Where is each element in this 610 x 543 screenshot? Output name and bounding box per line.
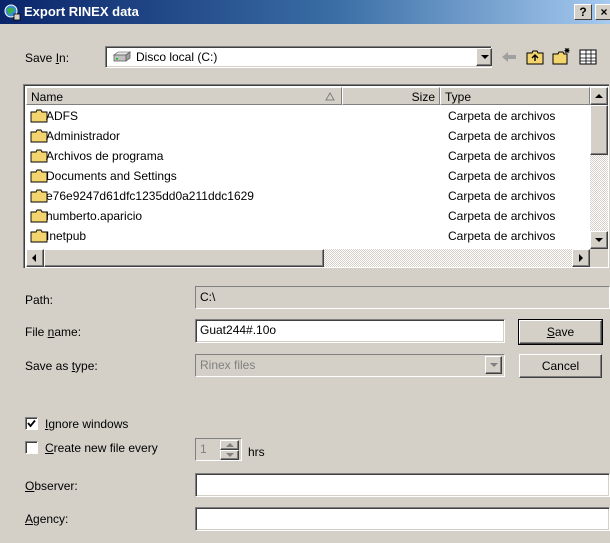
list-item-type: Carpeta de archivos [448,189,556,203]
vertical-scroll-thumb[interactable] [590,105,608,155]
list-item[interactable]: humberto.aparicio Carpeta de archivos [26,206,586,226]
observer-input[interactable] [195,473,610,497]
list-item-name: Administrador [46,129,121,143]
list-item[interactable]: Inetpub Carpeta de archivos [26,226,586,249]
sort-up-icon [325,92,335,101]
horizontal-scrollbar[interactable] [26,249,590,267]
chevron-down-icon [481,55,489,59]
file-name-label: File name: [25,325,82,339]
path-field: C:\ [195,286,610,309]
column-header-type[interactable]: Type [440,87,590,105]
save-in-dropdown[interactable]: Disco local (C:) [105,46,492,68]
column-header-name[interactable]: Name [26,87,342,105]
create-new-file-checkbox[interactable] [25,441,38,454]
column-header-size[interactable]: Size [342,87,440,105]
list-item[interactable]: ADFS Carpeta de archivos [26,106,586,126]
file-list[interactable]: Name Size Type ADFS Carpeta de archivos … [23,84,609,268]
list-item-type: Carpeta de archivos [448,209,556,223]
list-item[interactable]: e76e9247d61dfc1235dd0a211ddc1629 Carpeta… [26,186,586,206]
path-value: C:\ [200,290,216,304]
stepper-up-button[interactable] [220,440,239,450]
file-name-input[interactable]: Guat244#.10o [195,319,505,343]
arrow-left-icon [32,254,36,262]
ignore-windows-checkbox[interactable] [25,417,38,430]
save-as-type-value: Rinex files [200,358,256,372]
help-button[interactable]: ? [574,4,592,20]
hours-value: 1 [200,442,207,456]
save-in-label: Save In: [25,51,70,65]
agency-input[interactable] [195,507,610,531]
list-item-type: Carpeta de archivos [448,169,556,183]
list-item[interactable]: Archivos de programa Carpeta de archivos [26,146,586,166]
column-name-label: Name [31,90,64,104]
app-globe-icon [4,4,21,21]
hard-drive-icon [112,51,132,62]
path-label: Path: [25,293,54,307]
hours-stepper[interactable]: 1 [195,438,242,461]
list-item-name: Archivos de programa [46,149,164,163]
list-item[interactable]: Administrador Carpeta de archivos [26,126,586,146]
save-button[interactable]: Save [518,319,603,345]
title-bar[interactable]: Export RINEX data ? × [0,0,610,24]
checkmark-icon [27,419,36,428]
stepper-down-button[interactable] [220,450,239,460]
ignore-windows-label[interactable]: Ignore windows [45,417,128,431]
agency-label: Agency: [25,512,69,526]
list-item-type: Carpeta de archivos [448,229,556,243]
save-as-type-label: Save as type: [25,359,98,373]
arrow-right-icon [579,254,583,262]
list-view-icon[interactable] [578,47,598,67]
scroll-right-button[interactable] [572,249,590,267]
close-button[interactable]: × [595,4,610,20]
observer-label: Observer: [25,479,78,493]
up-folder-icon[interactable] [525,47,545,67]
column-type-label: Type [445,90,472,104]
hours-unit-label: hrs [248,445,265,459]
list-item-name: Inetpub [46,229,87,243]
list-item-name: humberto.aparicio [46,209,143,223]
save-as-type-dropdown-button[interactable] [485,356,502,374]
scroll-left-button[interactable] [26,249,44,267]
list-item-name: e76e9247d61dfc1235dd0a211ddc1629 [46,189,254,203]
file-name-value: Guat244#.10o [200,323,277,337]
chevron-down-icon [490,363,498,367]
scroll-down-button[interactable] [590,231,608,249]
column-size-label: Size [411,90,435,104]
back-arrow-icon[interactable] [499,47,519,67]
list-item-name: ADFS [46,109,79,123]
save-as-type-dropdown[interactable]: Rinex files [195,354,505,377]
arrow-up-icon [226,443,234,447]
cancel-button[interactable]: Cancel [519,354,602,378]
list-item-name: Documents and Settings [46,169,177,183]
create-new-file-label[interactable]: Create new file every [45,441,158,455]
list-item-type: Carpeta de archivos [448,129,556,143]
list-item-type: Carpeta de archivos [448,149,556,163]
arrow-up-icon [595,94,603,98]
new-folder-icon[interactable] [551,47,571,67]
horizontal-scroll-thumb[interactable] [44,249,324,267]
scrollbar-corner [590,249,608,267]
arrow-down-icon [595,238,603,242]
list-item[interactable]: Documents and Settings Carpeta de archiv… [26,166,586,186]
scroll-up-button[interactable] [590,87,608,105]
vertical-scrollbar[interactable] [590,87,608,249]
arrow-down-icon [226,453,234,457]
export-rinex-dialog: Export RINEX data ? × Save In: Disco loc… [0,0,610,543]
list-item-type: Carpeta de archivos [448,109,556,123]
save-in-dropdown-button[interactable] [476,48,492,66]
save-in-value: Disco local (C:) [136,50,218,64]
window-title: Export RINEX data [24,4,139,19]
